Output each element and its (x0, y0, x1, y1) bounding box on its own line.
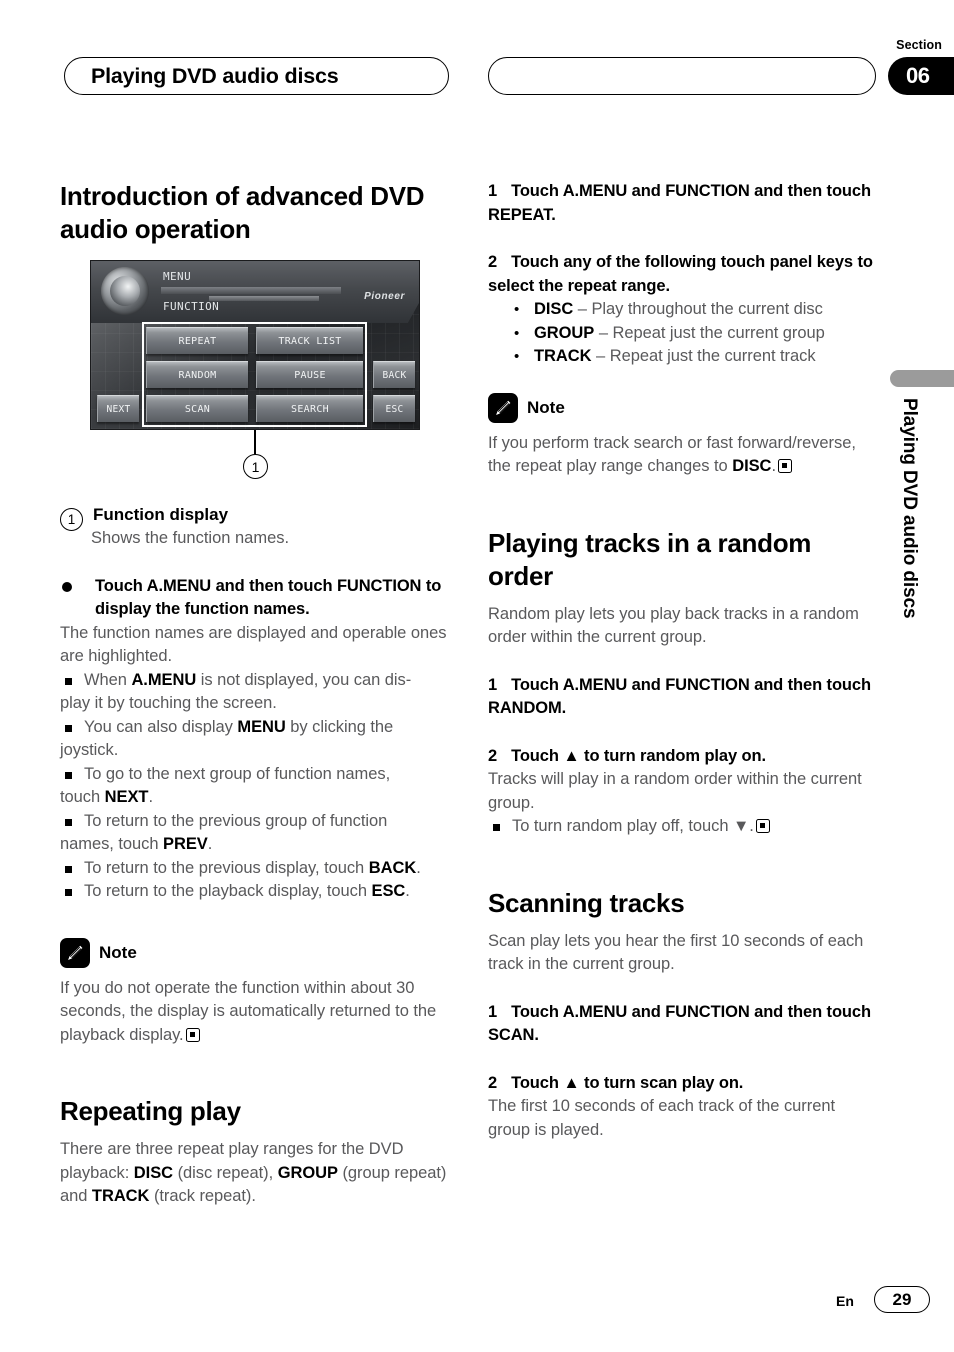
pencil-icon (60, 937, 90, 968)
random-step-1: 1 Touch A.MENU and FUNCTION and then touc… (488, 675, 871, 718)
device-screenshot: MENU FUNCTION Pioneer REPEAT TRACK LIST … (90, 260, 420, 430)
sub-item-random-off: To turn random play off, touch ▼. (488, 815, 878, 839)
device-key-track-list[interactable]: TRACK LIST (256, 327, 363, 354)
repeat-range-group: GROUP – Repeat just the current group (488, 322, 878, 346)
device-key-scan[interactable]: SCAN (146, 395, 248, 422)
repeat-range-disc: DISC – Play throughout the current disc (488, 298, 878, 322)
device-slot-bar-2 (209, 296, 319, 301)
device-key-random[interactable]: RANDOM (146, 361, 248, 388)
device-key-next[interactable]: NEXT (97, 395, 139, 422)
sub-item-display-menu-joystick: You can also display MENU by clicking th… (60, 716, 450, 763)
random-step-2: 2 Touch ▲ to turn random play on. (488, 746, 766, 765)
instruction-body: The function names are displayed and ope… (60, 623, 447, 666)
repeat-step-1: 1 Touch A.MENU and FUNCTION and then touc… (488, 182, 871, 224)
section-number-badge: 06 (888, 57, 954, 95)
end-mark-icon (777, 459, 792, 473)
device-function-label: FUNCTION (163, 300, 220, 313)
device-key-back[interactable]: BACK (373, 361, 415, 388)
footer-language: En (836, 1293, 854, 1309)
heading-random-order: Playing tracks in a random order (488, 527, 812, 591)
heading-scanning-tracks: Scanning tracks (488, 887, 685, 918)
figure-caption: 1 Function display (60, 504, 450, 531)
chapter-title-pill: Playing DVD audio discs (64, 57, 449, 95)
device-key-repeat[interactable]: REPEAT (146, 327, 248, 354)
device-logo-icon (101, 267, 149, 315)
note-header-right: Note (488, 392, 878, 423)
caption-number-1: 1 (60, 508, 83, 531)
sub-item-next-group: To go to the next group of function name… (60, 763, 450, 810)
side-tab-marker (890, 370, 954, 387)
note-label-left: Note (99, 942, 137, 962)
header-blank-pill (488, 57, 876, 95)
caption-title: Function display (93, 505, 229, 524)
footer-page-number: 29 (874, 1286, 930, 1313)
sub-item-amenu-not-displayed: When A.MENU is not displayed, you can di… (60, 669, 450, 716)
callout-marker-1: 1 (243, 454, 268, 479)
page-title: Introduction of advanced DVD audio opera… (60, 181, 425, 244)
device-key-pause[interactable]: PAUSE (256, 361, 363, 388)
section-label: Section (896, 38, 942, 52)
repeat-range-track: TRACK – Repeat just the current track (488, 345, 878, 369)
device-figure: MENU FUNCTION Pioneer REPEAT TRACK LIST … (90, 260, 420, 479)
body-repeating-play: There are three repeat play ranges for t… (60, 1140, 447, 1205)
scan-step-2-body: The first 10 seconds of each track of th… (488, 1097, 835, 1139)
device-brand-logo: Pioneer (364, 291, 405, 302)
chapter-title: Playing DVD audio discs (91, 63, 339, 88)
pencil-icon (488, 392, 518, 423)
section-number: 06 (906, 63, 930, 88)
sub-item-playback-display: To return to the playback display, touch… (60, 880, 450, 904)
note-text-left: If you do not operate the function withi… (60, 978, 437, 1044)
end-mark-icon (185, 1027, 200, 1042)
caption-subtitle: Shows the function names. (91, 529, 290, 547)
device-menu-label: MENU (163, 270, 192, 283)
scan-step-2: 2 Touch ▲ to turn scan play on. (488, 1073, 744, 1092)
body-scanning-tracks: Scan play lets you hear the first 10 sec… (488, 931, 864, 974)
heading-repeating-play: Repeating play (60, 1096, 241, 1126)
note-header-left: Note (60, 937, 450, 968)
note-label-right: Note (527, 397, 565, 417)
device-key-search[interactable]: SEARCH (256, 395, 363, 422)
sub-item-prev-group: To return to the previous group of funct… (60, 810, 450, 857)
page-header: Playing DVD audio discs Section 06 (0, 0, 954, 110)
side-tab-title: Playing DVD audio discs (899, 398, 920, 619)
callout-leader-line (254, 430, 256, 454)
device-key-esc[interactable]: ESC (373, 395, 415, 422)
device-slot-bar-1 (161, 287, 341, 294)
scan-step-1: 1 Touch A.MENU and FUNCTION and then touc… (488, 1002, 871, 1045)
instruction-touch-amenu: Touch A.MENU and then touch FUNCTION to … (60, 575, 450, 622)
note-text-right: If you perform track search or fast forw… (488, 433, 856, 476)
random-step-2-body: Tracks will play in a random order withi… (488, 770, 862, 812)
end-mark-icon (755, 819, 770, 833)
repeat-step-2: 2 Touch any of the following touch panel … (488, 253, 873, 295)
sub-item-previous-display: To return to the previous display, touch… (60, 857, 450, 881)
left-column: Introduction of advanced DVD audio opera… (60, 180, 450, 1209)
body-random-order: Random play lets you play back tracks in… (488, 604, 859, 647)
repeat-range-list: DISC – Play throughout the current disc … (488, 298, 878, 369)
right-column: 1 Touch A.MENU and FUNCTION and then touc… (488, 180, 878, 1142)
